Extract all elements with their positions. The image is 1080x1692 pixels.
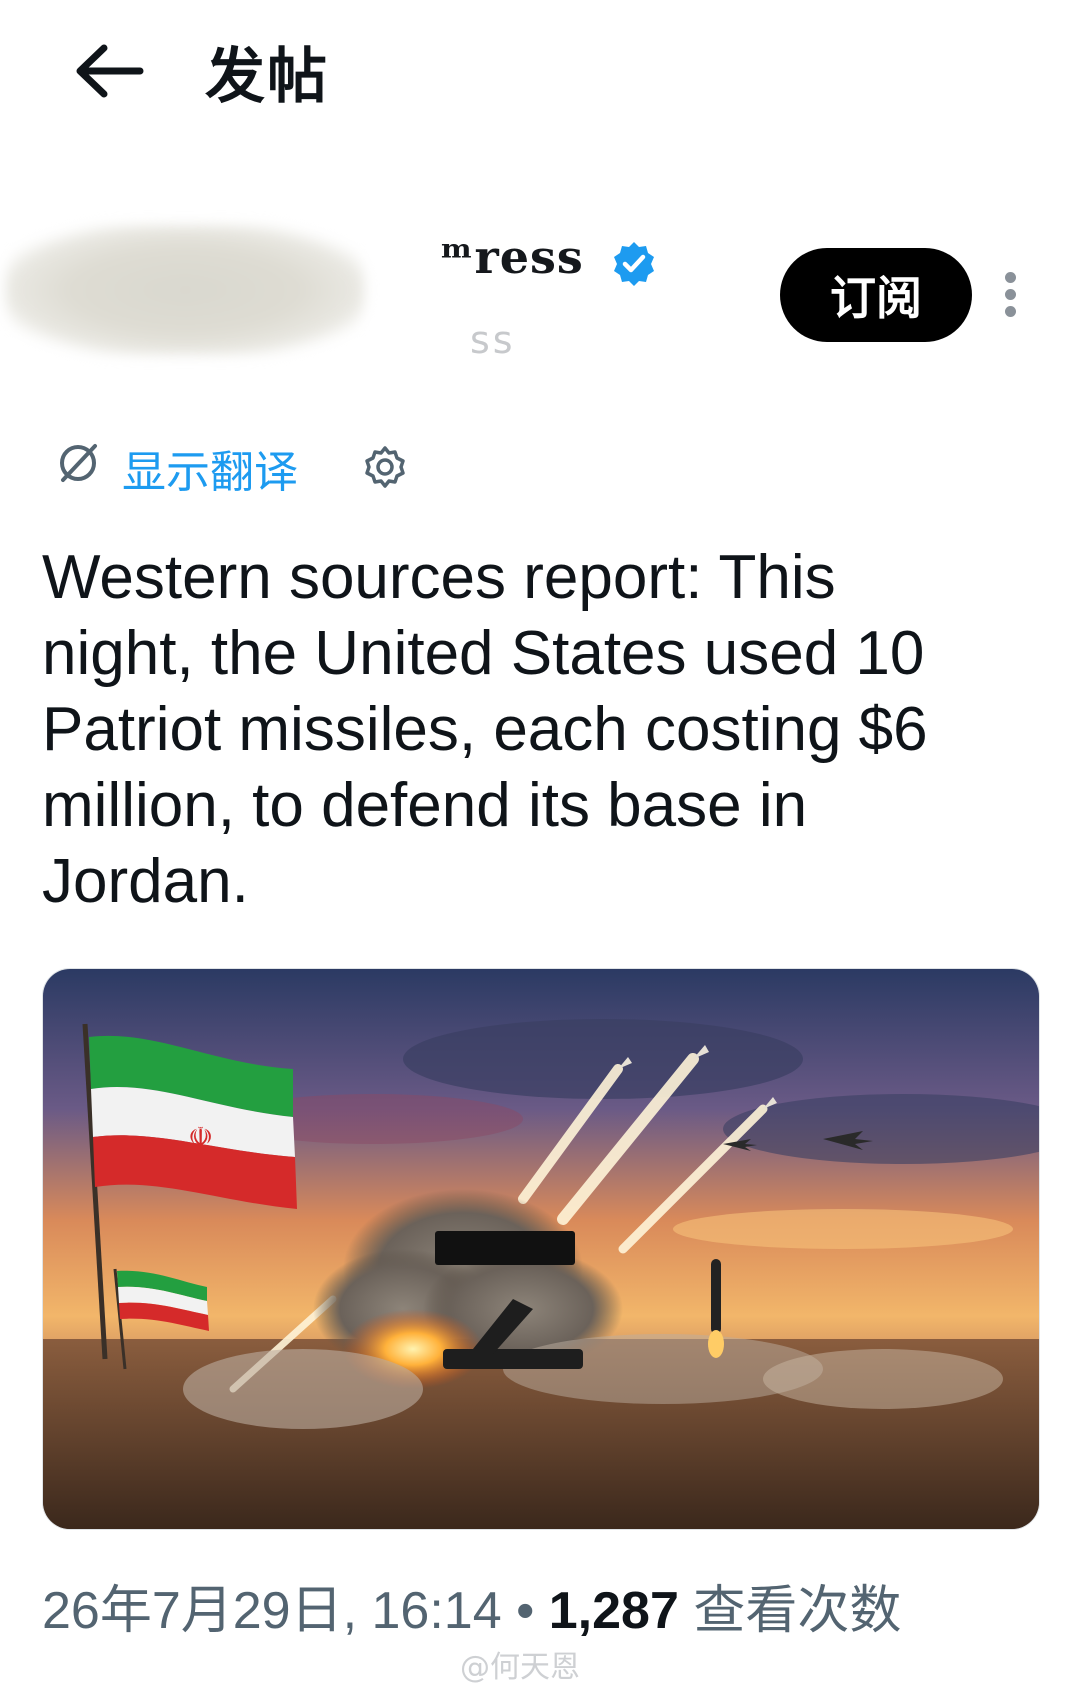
translate-globe-icon[interactable] bbox=[55, 440, 101, 486]
tweet-meta: 26年7月29日, 16:14 • 1,287 查看次数 bbox=[42, 1568, 901, 1643]
back-button[interactable] bbox=[70, 36, 150, 106]
svg-text:☫: ☫ bbox=[188, 1121, 213, 1154]
subscribe-button[interactable]: 订阅 bbox=[780, 248, 972, 342]
more-vertical-icon[interactable] bbox=[995, 272, 1025, 320]
tweet-media-image[interactable]: ☫ bbox=[42, 968, 1040, 1530]
views-count: 1,287 bbox=[548, 1582, 679, 1640]
arrow-left-icon bbox=[76, 44, 144, 98]
gear-icon[interactable] bbox=[362, 444, 408, 490]
redacted-author-name bbox=[5, 225, 365, 355]
tweet-text: Western sources report: This night, the … bbox=[42, 543, 928, 916]
watermark: @何天恩 bbox=[460, 1650, 580, 1685]
show-translation-link[interactable]: 显示翻译 bbox=[122, 436, 298, 500]
author-name[interactable]: ᵐress bbox=[440, 230, 584, 284]
verified-badge-icon bbox=[610, 240, 658, 288]
page-title: 发帖 bbox=[205, 42, 329, 112]
views-label: 查看次数 bbox=[693, 1582, 902, 1640]
meta-separator: • bbox=[516, 1582, 535, 1640]
author-handle[interactable]: ss bbox=[470, 318, 516, 362]
tweet-datetime[interactable]: 26年7月29日, 16:14 bbox=[42, 1582, 502, 1640]
